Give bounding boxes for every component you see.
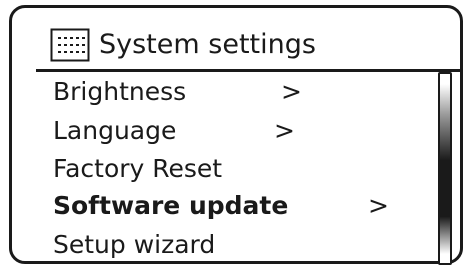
- menu-item-factory-reset[interactable]: Factory Reset: [53, 151, 423, 189]
- menu-item-brightness[interactable]: Brightness >: [53, 74, 423, 112]
- chevron-right-icon: >: [274, 116, 295, 145]
- scrollbar[interactable]: [438, 72, 452, 265]
- settings-menu: Brightness > Language > Factory Reset So…: [12, 8, 460, 261]
- menu-item-language[interactable]: Language >: [53, 113, 423, 151]
- menu-item-label: Software update: [53, 191, 289, 220]
- menu-item-setup-wizard[interactable]: Setup wizard: [53, 227, 423, 265]
- menu-item-software-update[interactable]: Software update >: [53, 188, 423, 226]
- menu-item-label: Factory Reset: [53, 154, 223, 183]
- display-screen: System settings Brightness > Language > …: [9, 5, 463, 265]
- chevron-right-icon: >: [281, 77, 302, 106]
- menu-item-label: Setup wizard: [53, 230, 216, 259]
- menu-item-label: Brightness: [53, 77, 187, 106]
- scrollbar-thumb[interactable]: [440, 84, 450, 254]
- chevron-right-icon: >: [368, 191, 389, 220]
- menu-item-label: Language: [53, 116, 177, 145]
